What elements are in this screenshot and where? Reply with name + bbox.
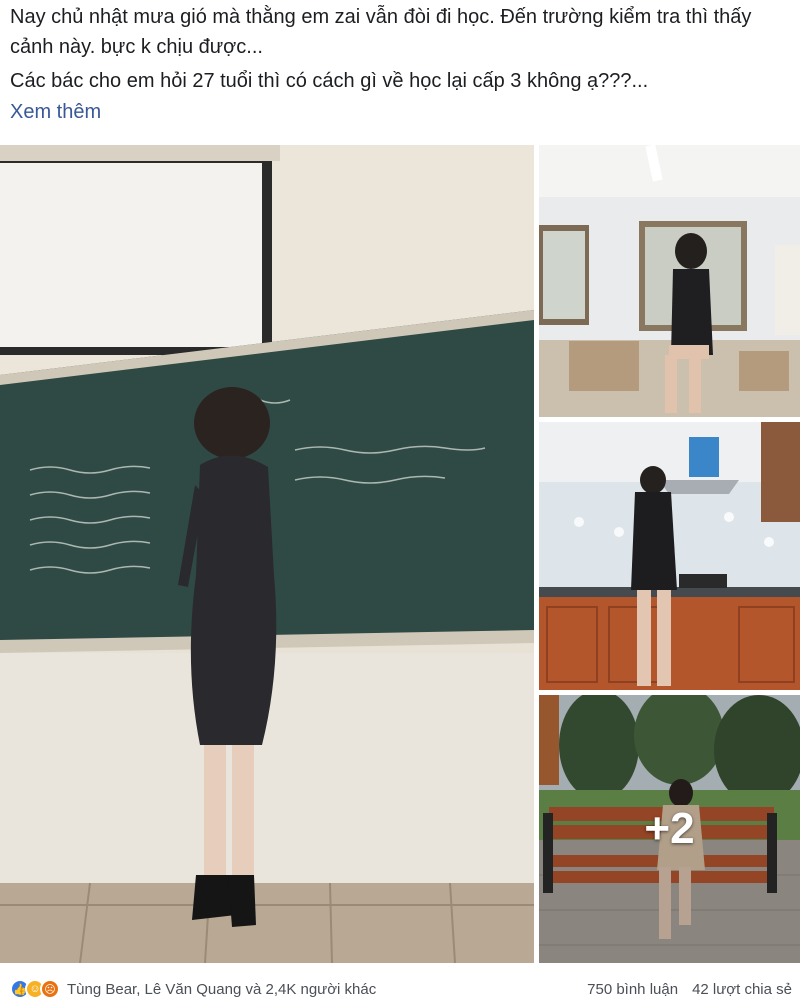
post-text-line-1: Nay chủ nhật mưa gió mà thằng em zai vẫn… — [10, 6, 752, 58]
see-more-link[interactable]: Xem thêm — [10, 98, 101, 126]
reaction-icons[interactable]: 👍 ☺ ☹ — [10, 979, 60, 999]
more-photos-overlay[interactable]: +2 — [539, 695, 800, 963]
side-photo-kitchen[interactable] — [539, 422, 800, 690]
kitchen-image — [539, 422, 800, 690]
post-text: Nay chủ nhật mưa gió mà thằng em zai vẫn… — [10, 2, 790, 127]
classroom-chalkboard-image — [0, 145, 534, 963]
reaction-names[interactable]: Tùng Bear, Lê Văn Quang và 2,4K người kh… — [67, 981, 376, 998]
comment-count[interactable]: 750 bình luận — [587, 981, 678, 998]
post-stats: 750 bình luận 42 lượt chia sẻ — [587, 981, 792, 998]
classroom-desk-image — [539, 145, 800, 417]
photo-gallery: +2 — [0, 145, 800, 965]
angry-icon: ☹ — [40, 979, 60, 999]
side-photo-park[interactable]: +2 — [539, 695, 800, 963]
share-count[interactable]: 42 lượt chia sẻ — [692, 981, 792, 998]
side-photo-classroom[interactable] — [539, 145, 800, 417]
post-footer: 👍 ☺ ☹ Tùng Bear, Lê Văn Quang và 2,4K ng… — [0, 978, 800, 1000]
post-text-line-2: Các bác cho em hỏi 27 tuổi thì có cách g… — [10, 70, 649, 92]
main-photo[interactable] — [0, 145, 534, 963]
